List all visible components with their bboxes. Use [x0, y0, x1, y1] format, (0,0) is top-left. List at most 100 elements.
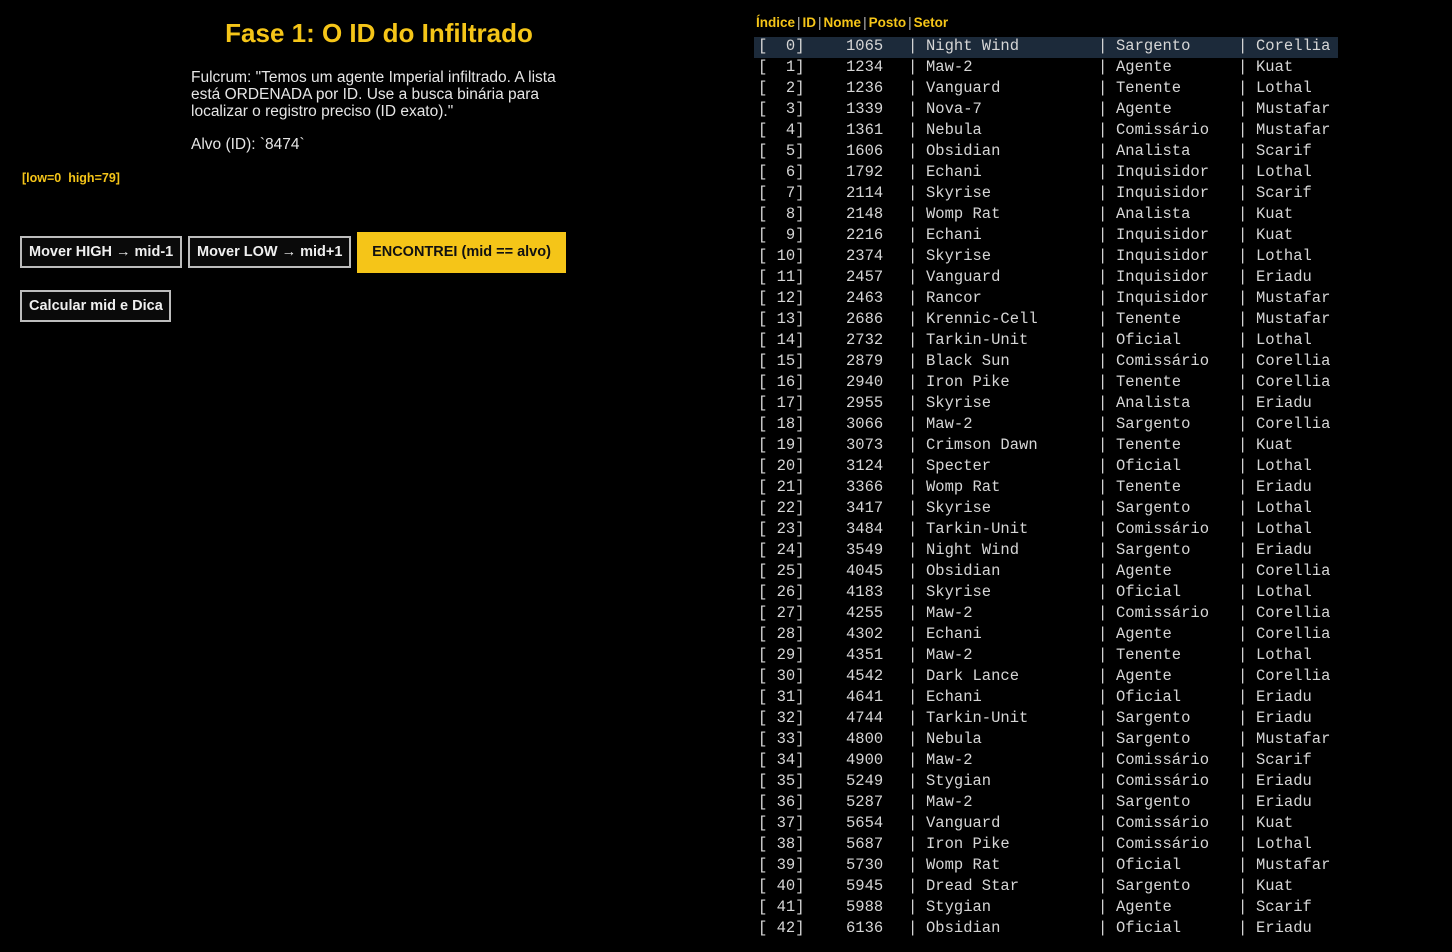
column-separator: |	[1098, 835, 1108, 853]
column-separator: |	[908, 562, 918, 580]
table-row: [ 25] 4045 | Obsidian | Agente | Corellia	[754, 562, 1452, 583]
column-separator: |	[1098, 352, 1108, 370]
search-bounds: [low=0 high=79]	[22, 171, 120, 185]
record-rank: Inquisidor	[1116, 163, 1210, 181]
column-separator: |	[1098, 877, 1108, 895]
record-index: [ 42]	[758, 919, 805, 937]
record-index: [ 16]	[758, 373, 805, 391]
record-id: 4800	[846, 730, 884, 748]
record-sector: Corellia	[1256, 415, 1331, 433]
record-index: [ 18]	[758, 415, 805, 433]
record-index: [ 30]	[758, 667, 805, 685]
record-id: 2879	[846, 352, 884, 370]
record-rank: Analista	[1116, 205, 1191, 223]
column-separator: |	[1238, 541, 1248, 559]
table-row: [ 42] 6136 | Obsidian | Oficial | Eriadu	[754, 919, 1452, 940]
record-id: 3066	[846, 415, 884, 433]
table-row: [ 38] 5687 | Iron Pike | Comissário | Lothal	[754, 835, 1452, 856]
column-separator: |	[908, 268, 918, 286]
record-rank: Tenente	[1116, 373, 1182, 391]
record-sector: Kuat	[1256, 814, 1294, 832]
record-index: [ 1]	[758, 58, 805, 76]
record-sector: Mustafar	[1256, 100, 1331, 118]
record-index: [ 10]	[758, 247, 805, 265]
record-name: Crimson Dawn	[926, 436, 1038, 454]
column-separator: |	[908, 877, 918, 895]
column-separator: |	[908, 856, 918, 874]
record-rank: Comissário	[1116, 520, 1210, 538]
column-separator: |	[908, 520, 918, 538]
record-sector: Lothal	[1256, 331, 1312, 349]
record-id: 2216	[846, 226, 884, 244]
record-rank: Inquisidor	[1116, 247, 1210, 265]
record-sector: Kuat	[1256, 436, 1294, 454]
record-sector: Kuat	[1256, 226, 1294, 244]
column-separator: |	[1238, 919, 1248, 937]
column-separator: |	[1098, 58, 1108, 76]
record-name: Night Wind	[926, 541, 1020, 559]
column-separator: |	[1098, 247, 1108, 265]
record-sector: Kuat	[1256, 205, 1294, 223]
record-index: [ 2]	[758, 79, 805, 97]
record-name: Womp Rat	[926, 205, 1001, 223]
record-name: Maw-2	[926, 793, 973, 811]
record-rank: Inquisidor	[1116, 184, 1210, 202]
column-separator: |	[908, 205, 918, 223]
column-separator: |	[908, 352, 918, 370]
move-high-button[interactable]: Mover HIGH → mid-1	[20, 236, 182, 268]
record-id: 4183	[846, 583, 884, 601]
column-separator: |	[908, 667, 918, 685]
column-separator: |	[1238, 562, 1248, 580]
column-separator: |	[908, 583, 918, 601]
header-name: Nome	[823, 15, 862, 30]
record-index: [ 9]	[758, 226, 805, 244]
column-separator: |	[1238, 142, 1248, 160]
record-sector: Mustafar	[1256, 856, 1331, 874]
table-row: [ 5] 1606 | Obsidian | Analista | Scarif	[754, 142, 1452, 163]
move-low-button[interactable]: Mover LOW → mid+1	[188, 236, 351, 268]
column-separator: |	[1098, 814, 1108, 832]
table-row: [ 20] 3124 | Specter | Oficial | Lothal	[754, 457, 1452, 478]
column-separator: |	[1238, 79, 1248, 97]
record-rank: Tenente	[1116, 478, 1182, 496]
column-separator: |	[1098, 415, 1108, 433]
record-rank: Inquisidor	[1116, 268, 1210, 286]
column-separator: |	[1238, 268, 1248, 286]
record-id: 1792	[846, 163, 884, 181]
record-rank: Sargento	[1116, 541, 1191, 559]
table-row: [ 21] 3366 | Womp Rat | Tenente | Eriadu	[754, 478, 1452, 499]
record-name: Maw-2	[926, 415, 973, 433]
record-name: Echani	[926, 688, 982, 706]
column-separator: |	[1098, 751, 1108, 769]
table-row: [ 0] 1065 | Night Wind | Sargento | Corellia	[754, 37, 1338, 58]
column-separator: |	[1238, 205, 1248, 223]
table-row: [ 24] 3549 | Night Wind | Sargento | Eriadu	[754, 541, 1452, 562]
record-index: [ 17]	[758, 394, 805, 412]
record-rank: Agente	[1116, 625, 1172, 643]
record-index: [ 27]	[758, 604, 805, 622]
column-separator: |	[908, 79, 918, 97]
column-separator: |	[1098, 184, 1108, 202]
column-separator: |	[908, 415, 918, 433]
record-id: 5287	[846, 793, 884, 811]
table-row: [ 19] 3073 | Crimson Dawn | Tenente | Kuat	[754, 436, 1452, 457]
table-row: [ 23] 3484 | Tarkin-Unit | Comissário | Lothal	[754, 520, 1452, 541]
record-name: Echani	[926, 163, 982, 181]
column-separator: |	[1238, 478, 1248, 496]
record-sector: Corellia	[1256, 625, 1331, 643]
column-separator: |	[1098, 100, 1108, 118]
record-rank: Comissário	[1116, 772, 1210, 790]
record-sector: Lothal	[1256, 835, 1312, 853]
found-button[interactable]: ENCONTREI (mid == alvo)	[357, 232, 566, 273]
record-index: [ 20]	[758, 457, 805, 475]
record-name: Womp Rat	[926, 478, 1001, 496]
record-index: [ 35]	[758, 772, 805, 790]
calculate-mid-button[interactable]: Calcular mid e Dica	[20, 290, 171, 322]
record-name: Skyrise	[926, 184, 992, 202]
table-row: [ 18] 3066 | Maw-2 | Sargento | Corellia	[754, 415, 1452, 436]
record-rank: Comissário	[1116, 352, 1210, 370]
column-separator: |	[1098, 583, 1108, 601]
header-separator: |	[863, 15, 867, 30]
table-row: [ 28] 4302 | Echani | Agente | Corellia	[754, 625, 1452, 646]
column-separator: |	[1098, 499, 1108, 517]
